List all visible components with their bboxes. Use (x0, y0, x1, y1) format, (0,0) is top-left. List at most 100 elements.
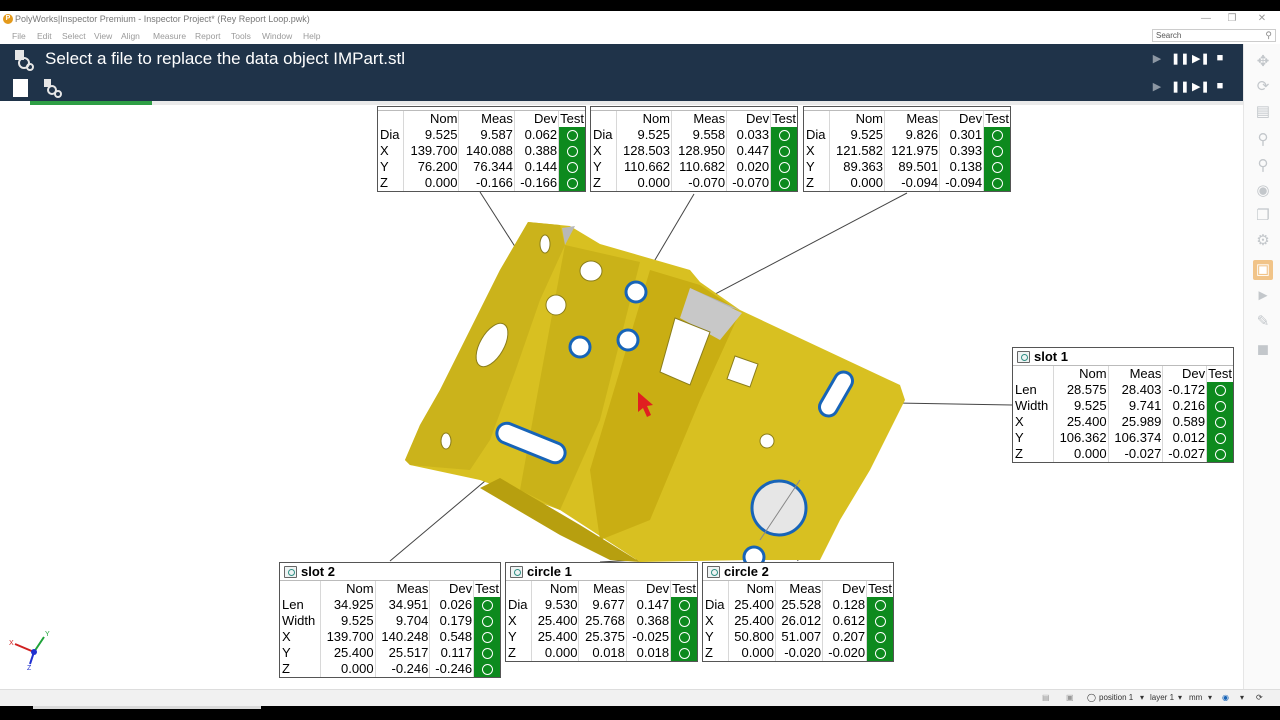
report-table-t1[interactable]: Nom Meas Dev Test Dia 9.525 9.587 0.062 X 13… (377, 106, 586, 192)
chevron-down-icon[interactable]: ▾ (1178, 693, 1182, 702)
eye-icon[interactable]: ◉ (1253, 181, 1273, 201)
report-table-slot-2[interactable]: slot 2 Nom Meas Dev Test Len 34.925 34.951… (279, 562, 501, 678)
chevron-down-icon[interactable]: ▾ (1208, 693, 1212, 702)
instruction-bar: Select a file to replace the data object… (0, 44, 1243, 101)
pass-indicator (670, 629, 697, 645)
rotate-icon[interactable]: ⟳ (1253, 77, 1273, 97)
menu-edit[interactable]: Edit (37, 31, 52, 41)
pass-indicator (770, 143, 797, 159)
pass-indicator (473, 629, 500, 645)
step-forward-icon[interactable]: ▶❚ (1192, 52, 1210, 65)
pass-indicator (866, 613, 893, 629)
ruler-icon[interactable]: ▤ (1253, 102, 1273, 122)
report-table-slot-1[interactable]: slot 1 Nom Meas Dev Test Len 28.575 28.403… (1012, 347, 1234, 463)
refresh-icon[interactable]: ⟳ (1256, 693, 1263, 702)
pass-indicator (670, 597, 697, 613)
pass-indicator (473, 613, 500, 629)
pass-indicator (770, 127, 797, 143)
axis-x-label: X (9, 640, 14, 647)
feature-circle-2[interactable] (750, 479, 808, 537)
settings-icon[interactable]: ⚙ (1253, 231, 1273, 251)
play-icon[interactable]: ▶ (1150, 52, 1164, 65)
search-input[interactable]: Search ⚲ (1152, 29, 1276, 42)
col-test: Test (770, 111, 797, 127)
table-row: Y 50.800 51.007 0.207 (703, 629, 893, 645)
search-placeholder: Search (1156, 31, 1182, 40)
pass-indicator (866, 645, 893, 661)
view-icon[interactable]: ▣ (1253, 260, 1273, 280)
report-table-circle-1[interactable]: circle 1 Nom Meas Dev Test Dia 9.530 9.677… (505, 562, 698, 662)
pass-indicator (866, 629, 893, 645)
menu-align[interactable]: Align (121, 31, 140, 41)
pause-icon[interactable]: ❚❚ (1171, 80, 1189, 93)
circle-feature-icon (284, 566, 297, 578)
play-icon[interactable]: ▶ (1150, 80, 1164, 93)
menu-measure[interactable]: Measure (153, 31, 186, 41)
pass-indicator (1206, 414, 1233, 430)
menu-select[interactable]: Select (62, 31, 86, 41)
application-window: P PolyWorks|Inspector Premium - Inspecto… (0, 0, 1280, 720)
table-row: Z 0.000 0.018 0.018 (506, 645, 697, 661)
col-nom: Nom (403, 111, 460, 127)
layer-select[interactable]: layer 1 (1150, 693, 1174, 702)
stop-icon[interactable]: ■ (1213, 80, 1227, 92)
menu-report[interactable]: Report (195, 31, 221, 41)
restore-button[interactable]: ❐ (1222, 12, 1242, 26)
measure-tool-icon[interactable]: ✎ (1253, 312, 1273, 332)
stop-icon[interactable]: ■ (1213, 52, 1227, 64)
pass-indicator (473, 661, 500, 677)
col-meas: Meas (578, 581, 627, 597)
pass-indicator (558, 175, 585, 191)
chevron-down-icon[interactable]: ▾ (1240, 693, 1244, 702)
position-select[interactable]: position 1 (1099, 693, 1133, 702)
table-title: slot 2 (280, 563, 500, 581)
feature-circle-a[interactable] (568, 335, 592, 359)
col-test: Test (866, 581, 893, 597)
macro-script-icon (15, 50, 34, 71)
pause-icon[interactable]: ❚❚ (1171, 52, 1189, 65)
menu-help[interactable]: Help (303, 31, 320, 41)
feature-circle-c[interactable] (616, 328, 640, 352)
probe-icon[interactable]: ► (1253, 286, 1273, 306)
pass-indicator (670, 613, 697, 629)
col-nom: Nom (616, 111, 673, 127)
pass-indicator (1206, 398, 1233, 414)
menu-bar: File Edit Select View Align Measure Repo… (0, 28, 1280, 44)
node-icon[interactable]: ◼ (1253, 340, 1273, 360)
table-row: Y 25.400 25.517 0.117 (280, 645, 500, 661)
step-forward-icon[interactable]: ▶❚ (1192, 80, 1210, 93)
status-icon[interactable]: ▤ (1042, 693, 1050, 702)
menu-file[interactable]: File (12, 31, 26, 41)
table-row: X 139.700 140.248 0.548 (280, 629, 500, 645)
menu-window[interactable]: Window (262, 31, 292, 41)
pass-indicator (983, 159, 1010, 175)
position-icon: ◯ (1087, 693, 1096, 702)
col-dev: Dev (429, 581, 475, 597)
table-row: X 25.400 26.012 0.612 (703, 613, 893, 629)
unit-select[interactable]: mm (1189, 693, 1202, 702)
pass-indicator (558, 127, 585, 143)
status-icon[interactable]: ▣ (1066, 693, 1074, 702)
table-row: Dia 9.525 9.558 0.033 (591, 127, 797, 143)
report-table-t2[interactable]: Nom Meas Dev Test Dia 9.525 9.558 0.033 X 12… (590, 106, 798, 192)
globe-icon[interactable]: ◉ (1222, 693, 1229, 702)
table-row: Len 28.575 28.403 -0.172 (1013, 382, 1233, 398)
close-button[interactable]: ✕ (1252, 12, 1272, 26)
pass-indicator (558, 159, 585, 175)
cube-icon[interactable]: ❐ (1253, 206, 1273, 226)
col-dev: Dev (626, 581, 672, 597)
feature-circle-b[interactable] (624, 280, 648, 304)
menu-view[interactable]: View (94, 31, 112, 41)
chevron-down-icon[interactable]: ▾ (1140, 693, 1144, 702)
zoom-icon[interactable]: ⚲ (1253, 130, 1273, 150)
macro-step-icon (44, 79, 62, 98)
col-dev: Dev (1162, 366, 1208, 382)
minimize-button[interactable]: — (1196, 12, 1216, 26)
zoom-fit-icon[interactable]: ⚲ (1253, 156, 1273, 176)
report-table-circle-2[interactable]: circle 2 Nom Meas Dev Test Dia 25.400 25.5… (702, 562, 894, 662)
report-table-t3[interactable]: Nom Meas Dev Test Dia 9.525 9.826 0.301 X 12… (803, 106, 1011, 192)
pan-icon[interactable]: ✥ (1253, 52, 1273, 72)
circle-feature-icon (510, 566, 523, 578)
menu-tools[interactable]: Tools (231, 31, 251, 41)
col-dev: Dev (939, 111, 985, 127)
